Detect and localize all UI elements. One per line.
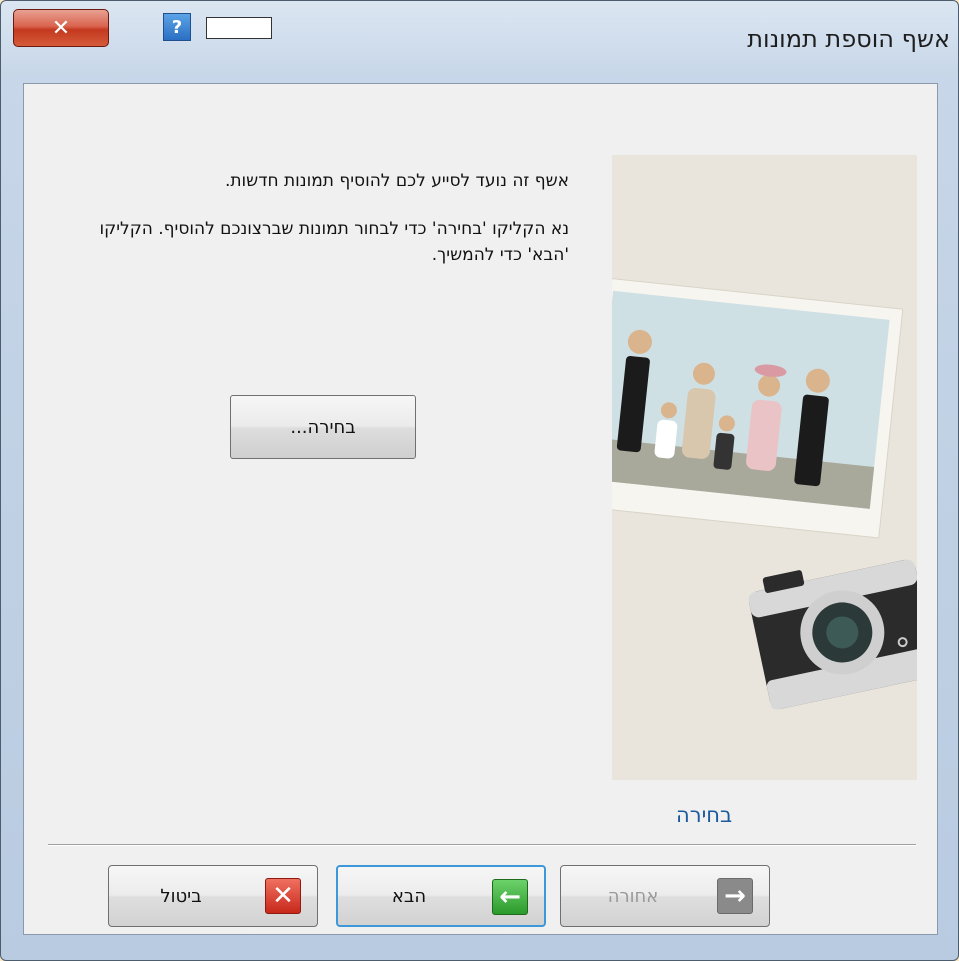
back-button-label: אחורה	[607, 885, 659, 907]
side-browse-link[interactable]: בחירה	[676, 803, 732, 827]
close-icon: ✕	[51, 15, 71, 41]
title-bar: ✕ ? אשף הוספת תמונות	[1, 1, 958, 83]
help-icon: ?	[171, 16, 183, 38]
next-button[interactable]: הבא ←	[336, 865, 546, 927]
illustration-graphic	[579, 155, 938, 780]
cancel-button-label: ביטול	[160, 885, 202, 907]
intro-line-2: נא הקליקו 'בחירה' כדי לבחור תמונות שברצו…	[99, 219, 569, 265]
x-icon: ✕	[265, 878, 301, 914]
help-button[interactable]: ?	[163, 13, 191, 41]
arrow-left-icon: ←	[492, 879, 528, 915]
browse-button-label: בחירה...	[290, 416, 356, 438]
wizard-window: ✕ ? אשף הוספת תמונות אשף זה נועד לסייע ל…	[0, 0, 959, 961]
intro-line-1: אשף זה נועד לסייע לכם להוסיף תמונות חדשו…	[224, 171, 569, 191]
close-button[interactable]: ✕	[13, 9, 109, 47]
wizard-content: אשף זה נועד לסייע לכם להוסיף תמונות חדשו…	[23, 83, 938, 935]
family-photo-illustration	[579, 155, 938, 780]
next-button-label: הבא	[391, 885, 427, 907]
browse-button[interactable]: בחירה...	[230, 395, 416, 459]
keyboard-icon[interactable]	[206, 17, 272, 39]
arrow-right-icon: →	[717, 878, 753, 914]
footer-divider	[48, 844, 916, 846]
window-title: אשף הוספת תמונות	[747, 25, 950, 53]
back-button[interactable]: אחורה →	[560, 865, 770, 927]
cancel-button[interactable]: ביטול ✕	[108, 865, 318, 927]
intro-text: אשף זה נועד לסייע לכם להוסיף תמונות חדשו…	[69, 168, 569, 290]
